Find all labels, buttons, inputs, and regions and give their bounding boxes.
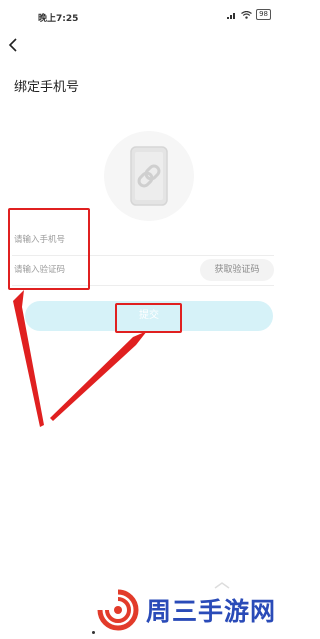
nav-indicator [92, 631, 95, 634]
watermark: 周三手游网 [96, 588, 276, 632]
annotation-box-inputs [8, 208, 90, 290]
wifi-icon [241, 10, 252, 19]
status-bar: 晚上7:25 98 [0, 0, 295, 30]
battery-icon: 98 [256, 9, 271, 20]
arrow-to-submit [50, 331, 147, 421]
page-title: 绑定手机号 [14, 80, 80, 95]
status-time: 晚上7:25 [38, 14, 79, 24]
annotation-box-submit [115, 303, 182, 333]
watermark-logo [97, 589, 139, 631]
get-code-button[interactable]: 获取验证码 [200, 259, 274, 281]
watermark-text: 周三手游网 [146, 597, 277, 626]
back-button[interactable] [6, 37, 22, 53]
chevron-left-icon [8, 38, 17, 52]
phone-link-icon [104, 131, 194, 221]
signal-icon [227, 12, 236, 19]
status-icons: 98 [227, 9, 271, 20]
